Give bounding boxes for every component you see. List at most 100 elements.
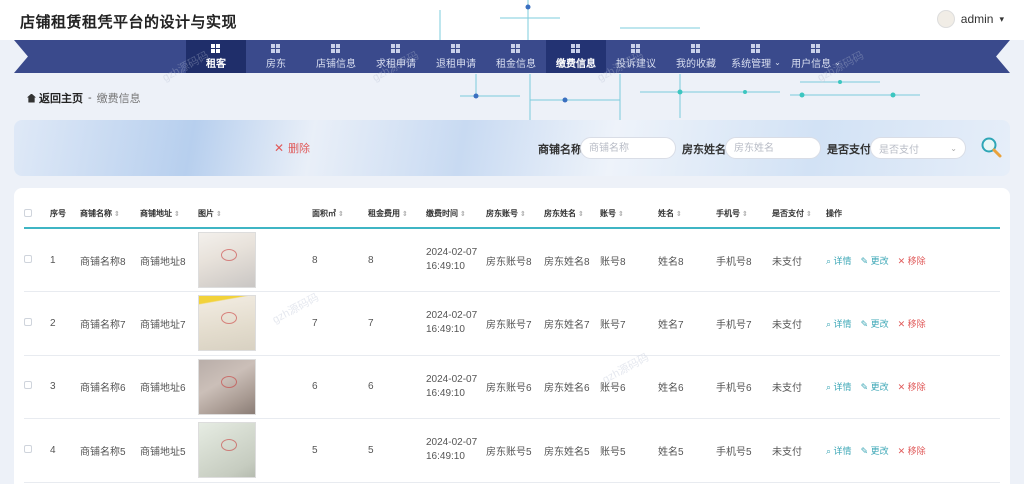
nav-item-tenant[interactable]: 租客: [186, 40, 246, 73]
monitor-icon: [571, 43, 581, 53]
paid-select[interactable]: 是否支付 ⌄: [870, 137, 966, 159]
shop-image[interactable]: [198, 422, 256, 479]
breadcrumb-home[interactable]: 返回主页: [27, 90, 83, 106]
nav-item-rent-request[interactable]: 求租申请: [366, 40, 426, 73]
header-account[interactable]: 账号 ⇕: [600, 200, 658, 228]
sort-icon[interactable]: ⇕: [742, 211, 748, 218]
nav-item-complaint[interactable]: 投诉建议: [606, 40, 666, 73]
shop-image[interactable]: [198, 232, 256, 288]
detail-button[interactable]: ⌕ 详情: [826, 317, 852, 330]
search-icon[interactable]: [979, 135, 1003, 159]
nav-label: 退租申请: [436, 58, 476, 70]
edit-button[interactable]: ✎ 更改: [861, 444, 889, 457]
close-icon: ✕: [897, 382, 908, 393]
nav-item-rent-info[interactable]: 租金信息: [486, 40, 546, 73]
header-shop-addr[interactable]: 商铺地址 ⇕: [140, 200, 198, 228]
cell-paid: 未支付: [772, 256, 802, 268]
cell-shop-name: 商铺名称5: [80, 446, 126, 458]
cell-owner-name: 房东姓名6: [544, 383, 590, 395]
cell-shop-addr: 商铺地址8: [140, 256, 186, 268]
nav-label: 求租申请: [376, 58, 416, 70]
clipboard-icon: [391, 43, 401, 53]
cell-phone: 手机号8: [716, 256, 752, 268]
cell-shop-name: 商铺名称7: [80, 319, 126, 331]
remove-button[interactable]: ✕ 移除: [898, 444, 926, 457]
row-checkbox[interactable]: [24, 444, 32, 453]
shop-image[interactable]: [198, 358, 256, 415]
nav-item-system[interactable]: 系统管理 ⌄: [726, 40, 786, 73]
edit-icon: ✎: [860, 318, 871, 329]
header-label: 商铺名称: [80, 209, 112, 218]
cell-owner-name: 房东姓名8: [544, 256, 590, 268]
caret-down-icon[interactable]: ▾: [999, 14, 1004, 25]
table-row: 2 商铺名称7 商铺地址7 7 7 2024-02-07 16:49:10 房东…: [24, 292, 1000, 355]
chevron-down-icon: ⌄: [834, 57, 841, 67]
header-area[interactable]: 面积㎡ ⇕: [312, 200, 368, 228]
detail-button[interactable]: ⌕ 详情: [826, 380, 852, 393]
remove-button[interactable]: ✕ 移除: [898, 380, 926, 393]
owner-name-label: 房东姓名: [682, 144, 726, 156]
user-menu[interactable]: admin ▾: [936, 10, 1004, 28]
header-name[interactable]: 姓名 ⇕: [658, 200, 716, 228]
header-shop-name[interactable]: 商铺名称 ⇕: [80, 200, 140, 228]
table-row: 4 商铺名称5 商铺地址5 5 5 2024-02-07 16:49:10 房东…: [24, 419, 1000, 482]
row-actions: ⌕ 详情 ✎ 更改 ✕ 移除: [826, 380, 1000, 393]
header-owner-account[interactable]: 房东账号 ⇕: [486, 200, 544, 228]
row-checkbox[interactable]: [24, 254, 32, 263]
cell-index: 3: [50, 381, 56, 393]
row-checkbox[interactable]: [24, 381, 32, 390]
header-owner-name[interactable]: 房东姓名 ⇕: [544, 200, 600, 228]
detail-button[interactable]: ⌕ 详情: [826, 254, 852, 267]
remove-button[interactable]: ✕ 移除: [898, 254, 926, 267]
row-checkbox[interactable]: [24, 317, 32, 326]
sort-icon[interactable]: ⇕: [806, 211, 812, 218]
header-image[interactable]: 图片 ⇕: [198, 200, 312, 228]
header-select[interactable]: [24, 200, 50, 228]
detail-icon: ⌕: [826, 382, 834, 393]
row-actions: ⌕ 详情 ✎ 更改 ✕ 移除: [826, 254, 1000, 267]
nav-item-user-info[interactable]: 用户信息 ⌄: [786, 40, 846, 73]
remove-button[interactable]: ✕ 移除: [898, 317, 926, 330]
user-name[interactable]: admin: [961, 12, 994, 26]
nav-item-shop-info[interactable]: 店铺信息: [306, 40, 366, 73]
header-pay-time[interactable]: 缴费时间 ⇕: [426, 200, 486, 228]
header-action: 操作: [826, 209, 842, 218]
avatar[interactable]: [936, 10, 955, 28]
delete-button[interactable]: ✕ 删除: [274, 140, 310, 156]
edit-button[interactable]: ✎ 更改: [861, 380, 889, 393]
top-header: 店铺租赁租凭平台的设计与实现 admin ▾: [0, 0, 1024, 120]
edit-label: 更改: [870, 318, 889, 329]
sort-icon[interactable]: ⇕: [216, 211, 222, 218]
header-rent[interactable]: 租金费用 ⇕: [368, 200, 426, 228]
sort-icon[interactable]: ⇕: [578, 211, 584, 218]
detail-button[interactable]: ⌕ 详情: [826, 444, 852, 457]
owner-name-input[interactable]: [725, 137, 821, 159]
cell-paid: 未支付: [772, 319, 802, 331]
select-all-checkbox[interactable]: [24, 208, 32, 217]
sort-icon[interactable]: ⇕: [460, 211, 466, 218]
grid-icon: [271, 43, 281, 53]
shop-name-input[interactable]: [580, 137, 676, 159]
detail-label: 详情: [833, 382, 852, 393]
sort-icon[interactable]: ⇕: [618, 211, 624, 218]
shop-image[interactable]: [198, 295, 256, 352]
nav-item-return-request[interactable]: 退租申请: [426, 40, 486, 73]
sort-icon[interactable]: ⇕: [520, 211, 526, 218]
paid-label: 是否支付: [827, 144, 871, 156]
header-label: 房东姓名: [544, 209, 576, 218]
edit-button[interactable]: ✎ 更改: [861, 317, 889, 330]
nav-item-favorites[interactable]: 我的收藏: [666, 40, 726, 73]
edit-button[interactable]: ✎ 更改: [861, 254, 889, 267]
cell-pay-time: 2024-02-07 16:49:10: [426, 373, 478, 399]
nav-item-payment-info[interactable]: 缴费信息: [546, 40, 606, 73]
header-phone[interactable]: 手机号 ⇕: [716, 200, 772, 228]
sort-icon[interactable]: ⇕: [402, 211, 408, 218]
table-row: 3 商铺名称6 商铺地址6 6 6 2024-02-07 16:49:10 房东…: [24, 355, 1000, 419]
sort-icon[interactable]: ⇕: [114, 211, 120, 218]
nav-item-landlord[interactable]: 房东: [246, 40, 306, 73]
sort-icon[interactable]: ⇕: [338, 211, 344, 218]
sort-icon[interactable]: ⇕: [676, 211, 682, 218]
breadcrumb-home-label[interactable]: 返回主页: [39, 90, 83, 106]
header-paid[interactable]: 是否支付 ⇕: [772, 200, 826, 228]
sort-icon[interactable]: ⇕: [174, 211, 180, 218]
